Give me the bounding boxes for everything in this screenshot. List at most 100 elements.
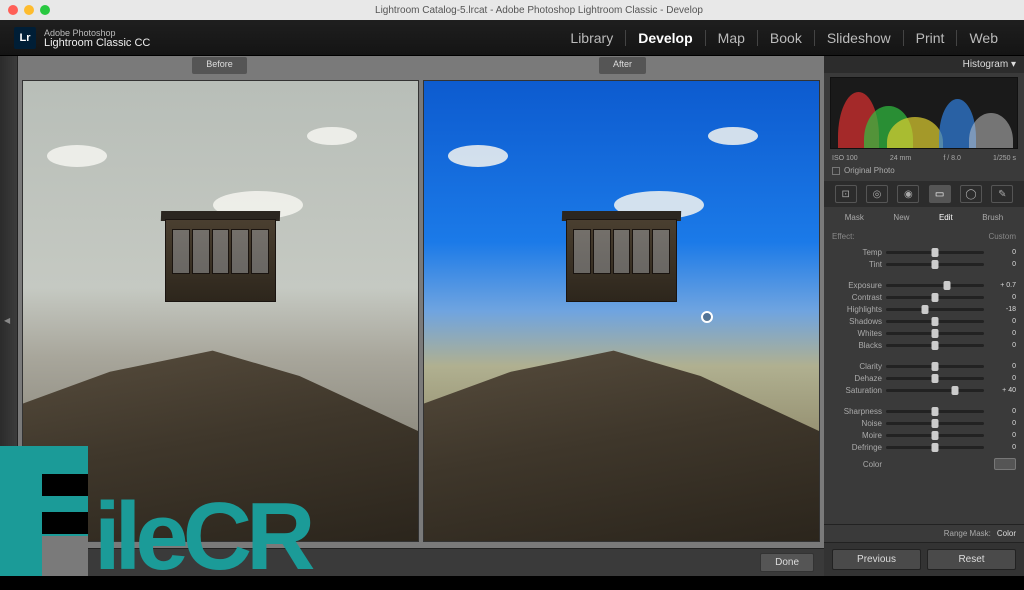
slider-knob[interactable] [932, 443, 939, 452]
slider-track[interactable] [886, 377, 984, 380]
slider-saturation[interactable]: Saturation+ 40 [832, 386, 1016, 395]
slider-whites[interactable]: Whites0 [832, 329, 1016, 338]
slider-track[interactable] [886, 320, 984, 323]
maximize-window-button[interactable] [40, 5, 50, 15]
slider-knob[interactable] [932, 362, 939, 371]
local-tools: ⊡ ◎ ◉ ▭ ◯ ✎ [824, 181, 1024, 207]
original-photo-toggle[interactable]: Original Photo [824, 164, 1024, 177]
slider-track[interactable] [886, 263, 984, 266]
watermark-text: ileCR [94, 499, 309, 576]
checkbox-icon[interactable] [832, 167, 840, 175]
radial-tool-icon[interactable]: ◯ [960, 185, 982, 203]
mask-tab-brush[interactable]: Brush [982, 213, 1003, 222]
slider-track[interactable] [886, 434, 984, 437]
slider-label: Highlights [832, 305, 882, 314]
slider-track[interactable] [886, 296, 984, 299]
slider-knob[interactable] [951, 386, 958, 395]
brand-top: Adobe Photoshop [44, 28, 150, 38]
slider-track[interactable] [886, 344, 984, 347]
after-label: After [599, 57, 646, 74]
close-window-button[interactable] [8, 5, 18, 15]
compare-labels: Before After [18, 56, 824, 74]
color-swatch[interactable] [994, 458, 1016, 470]
adjustment-sliders: Effect: Custom Temp0Tint0Exposure+ 0.7Co… [824, 224, 1024, 524]
window-titlebar: Lightroom Catalog-5.lrcat - Adobe Photos… [0, 0, 1024, 20]
after-photo[interactable] [423, 80, 820, 542]
slider-dehaze[interactable]: Dehaze0 [832, 374, 1016, 383]
slider-value: + 0.7 [988, 282, 1016, 289]
range-mask-row[interactable]: Range Mask: Color [824, 524, 1024, 542]
slider-knob[interactable] [932, 407, 939, 416]
slider-value: + 40 [988, 387, 1016, 394]
spot-tool-icon[interactable]: ◎ [866, 185, 888, 203]
slider-track[interactable] [886, 251, 984, 254]
slider-knob[interactable] [932, 431, 939, 440]
slider-temp[interactable]: Temp0 [832, 248, 1016, 257]
gradient-pin-icon[interactable] [701, 311, 713, 323]
done-button[interactable]: Done [760, 553, 814, 572]
slider-label: Temp [832, 248, 882, 257]
slider-sharpness[interactable]: Sharpness0 [832, 407, 1016, 416]
module-book[interactable]: Book [757, 30, 814, 46]
slider-tint[interactable]: Tint0 [832, 260, 1016, 269]
slider-track[interactable] [886, 332, 984, 335]
slider-contrast[interactable]: Contrast 0 [832, 293, 1016, 302]
mask-tab-edit[interactable]: Edit [939, 213, 953, 222]
module-library[interactable]: Library [558, 30, 625, 46]
watermark-f-icon [0, 446, 88, 576]
slider-knob[interactable] [932, 341, 939, 350]
module-slideshow[interactable]: Slideshow [814, 30, 903, 46]
slider-knob[interactable] [922, 305, 929, 314]
reset-button[interactable]: Reset [927, 549, 1016, 570]
app-logo: Lr Adobe Photoshop Lightroom Classic CC [14, 27, 150, 49]
slider-track[interactable] [886, 365, 984, 368]
module-print[interactable]: Print [903, 30, 957, 46]
slider-label: Blacks [832, 341, 882, 350]
slider-label: Defringe [832, 443, 882, 452]
gradient-tool-icon[interactable]: ▭ [929, 185, 951, 203]
mask-tab-mask[interactable]: Mask [845, 213, 864, 222]
slider-highlights[interactable]: Highlights-18 [832, 305, 1016, 314]
slider-knob[interactable] [932, 419, 939, 428]
slider-clarity[interactable]: Clarity0 [832, 362, 1016, 371]
module-develop[interactable]: Develop [625, 30, 704, 46]
slider-knob[interactable] [932, 248, 939, 257]
slider-moire[interactable]: Moire0 [832, 431, 1016, 440]
histogram[interactable] [830, 77, 1018, 149]
slider-track[interactable] [886, 284, 984, 287]
range-mask-value[interactable]: Color [997, 529, 1016, 538]
slider-noise[interactable]: Noise0 [832, 419, 1016, 428]
slider-value: 0 [988, 444, 1016, 451]
redeye-tool-icon[interactable]: ◉ [897, 185, 919, 203]
slider-label: Tint [832, 260, 882, 269]
slider-value: 0 [988, 294, 1016, 301]
brush-tool-icon[interactable]: ✎ [991, 185, 1013, 203]
slider-knob[interactable] [932, 374, 939, 383]
slider-track[interactable] [886, 422, 984, 425]
module-web[interactable]: Web [956, 30, 1010, 46]
slider-track[interactable] [886, 410, 984, 413]
slider-knob[interactable] [943, 281, 950, 290]
histogram-header[interactable]: Histogram ▾ [824, 56, 1024, 73]
slider-track[interactable] [886, 389, 984, 392]
slider-label: Contrast [832, 293, 882, 302]
right-panel: Histogram ▾ ISO 100 24 mm f / 8.0 1/250 … [824, 56, 1024, 576]
slider-shadows[interactable]: Shadows0 [832, 317, 1016, 326]
slider-value: 0 [988, 318, 1016, 325]
slider-exposure[interactable]: Exposure+ 0.7 [832, 281, 1016, 290]
minimize-window-button[interactable] [24, 5, 34, 15]
slider-track[interactable] [886, 446, 984, 449]
module-map[interactable]: Map [705, 30, 757, 46]
previous-button[interactable]: Previous [832, 549, 921, 570]
mask-tab-new[interactable]: New [893, 213, 909, 222]
slider-defringe[interactable]: Defringe 0 [832, 443, 1016, 452]
crop-tool-icon[interactable]: ⊡ [835, 185, 857, 203]
slider-knob[interactable] [932, 329, 939, 338]
slider-knob[interactable] [932, 317, 939, 326]
traffic-lights [8, 5, 50, 15]
custom-label[interactable]: Custom [988, 230, 1016, 243]
slider-knob[interactable] [932, 293, 939, 302]
slider-track[interactable] [886, 308, 984, 311]
slider-blacks[interactable]: Blacks0 [832, 341, 1016, 350]
slider-knob[interactable] [932, 260, 939, 269]
